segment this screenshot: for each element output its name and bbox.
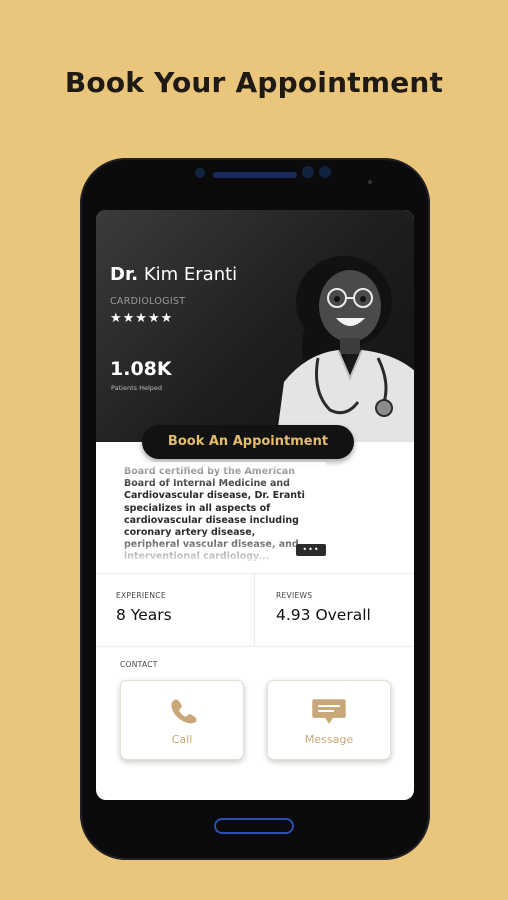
divider: [96, 573, 414, 574]
contact-label: CONTACT: [120, 660, 158, 669]
phone-sensor: [195, 168, 205, 178]
experience-label: EXPERIENCE: [116, 591, 166, 600]
phone-camera-secondary: [319, 166, 331, 178]
page-headline: Book Your Appointment: [64, 66, 444, 99]
doctor-specialty: CARDIOLOGIST: [110, 296, 186, 307]
divider: [96, 646, 414, 647]
app-screen: Dr. Kim Eranti CARDIOLOGIST ★★★★★ 1.08K …: [96, 210, 414, 800]
experience-value: 8 Years: [116, 606, 172, 624]
doctor-name: Dr. Kim Eranti: [110, 264, 238, 285]
doctor-bio: Board certified by the American Board of…: [124, 466, 305, 563]
message-icon: [312, 699, 346, 724]
doctor-hero: Dr. Kim Eranti CARDIOLOGIST ★★★★★ 1.08K …: [96, 210, 414, 442]
phone-speaker: [213, 172, 297, 178]
phone-icon: [171, 699, 197, 724]
reviews-label: REVIEWS: [276, 591, 313, 600]
patients-count: 1.08K: [110, 358, 172, 380]
phone-camera: [302, 166, 314, 178]
message-label: Message: [304, 733, 354, 746]
doctor-portrait: [276, 256, 414, 442]
phone-proximity-sensor: [368, 180, 372, 184]
home-button[interactable]: [214, 818, 294, 834]
call-label: Call: [171, 733, 193, 746]
message-button[interactable]: Message: [267, 680, 391, 760]
divider: [254, 574, 255, 646]
call-button[interactable]: Call: [120, 680, 244, 760]
read-more-button[interactable]: •••: [296, 544, 326, 556]
book-appointment-button[interactable]: Book An Appointment: [142, 425, 354, 459]
phone-frame: Dr. Kim Eranti CARDIOLOGIST ★★★★★ 1.08K …: [80, 158, 430, 860]
reviews-value: 4.93 Overall: [276, 606, 371, 624]
patients-label: Patients Helped: [111, 384, 163, 392]
rating-stars: ★★★★★: [110, 311, 174, 326]
